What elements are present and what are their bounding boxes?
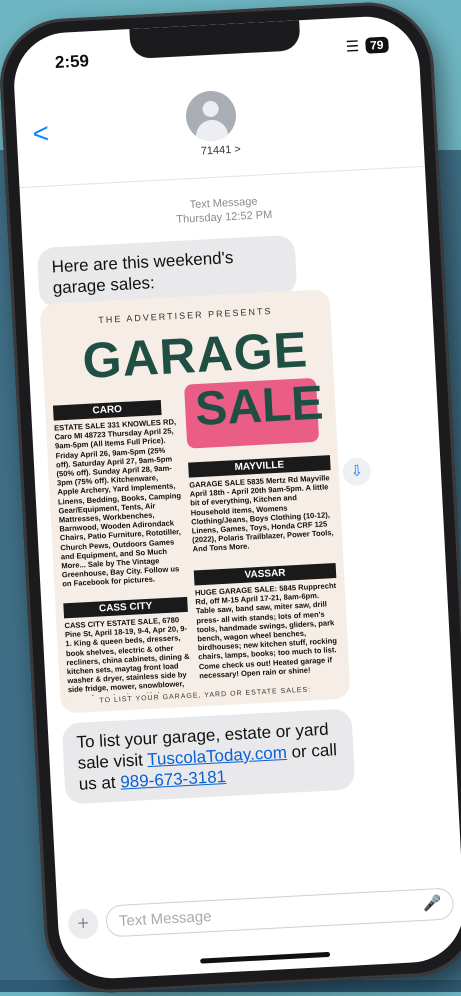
- flyer-caro-body: ESTATE SALE 331 KNOWLES RD, Caro MI 4872…: [53, 417, 182, 589]
- message-meta: Text Message Thursday 12:52 PM: [20, 186, 427, 235]
- flyer-mayville-body: GARAGE SALE 5835 Mertz Rd Mayville April…: [189, 473, 334, 554]
- phone-screen: 2:59 ☰ 79 < 71441 > Text Message Thursda…: [11, 14, 461, 981]
- microphone-icon[interactable]: 🎤: [422, 894, 442, 913]
- garage-sale-flyer-image[interactable]: THE ADVERTISER PRESENTS GARAGE SALE CARO…: [39, 288, 351, 714]
- wifi-icon: ☰: [345, 38, 360, 56]
- message-composer: + Text Message 🎤: [67, 887, 455, 941]
- avatar-shoulders: [195, 119, 229, 143]
- phone-number-link[interactable]: 989-673-3181: [120, 767, 227, 792]
- conversation-header: < 71441 >: [15, 78, 425, 189]
- home-indicator: [200, 951, 331, 964]
- dynamic-notch: [129, 20, 301, 60]
- flyer-cass-city-body: CASS CITY ESTATE SALE, 6780 Pine St, Apr…: [64, 615, 190, 698]
- back-chevron-icon[interactable]: <: [32, 117, 50, 149]
- phone-frame: 2:59 ☰ 79 < 71441 > Text Message Thursda…: [0, 0, 461, 996]
- save-to-photos-icon[interactable]: ⇩: [342, 457, 372, 487]
- plus-icon[interactable]: +: [67, 907, 99, 940]
- message-bubble-listing-info[interactable]: To list your garage, estate or yard sale…: [61, 708, 356, 805]
- avatar-icon[interactable]: [184, 89, 238, 143]
- flyer-caro-title: CARO: [52, 399, 162, 421]
- status-icons: ☰ 79: [345, 36, 389, 56]
- status-time: 2:59: [54, 51, 90, 73]
- avatar-head: [202, 100, 220, 118]
- header-divider: [19, 165, 425, 189]
- flyer-sale-heading: SALE: [193, 376, 325, 437]
- flyer-vassar-body: HUGE GARAGE SALE: 5845 Rupprecht Rd, off…: [194, 581, 338, 681]
- text-message-input[interactable]: Text Message: [105, 887, 455, 938]
- battery-icon: 79: [364, 36, 389, 54]
